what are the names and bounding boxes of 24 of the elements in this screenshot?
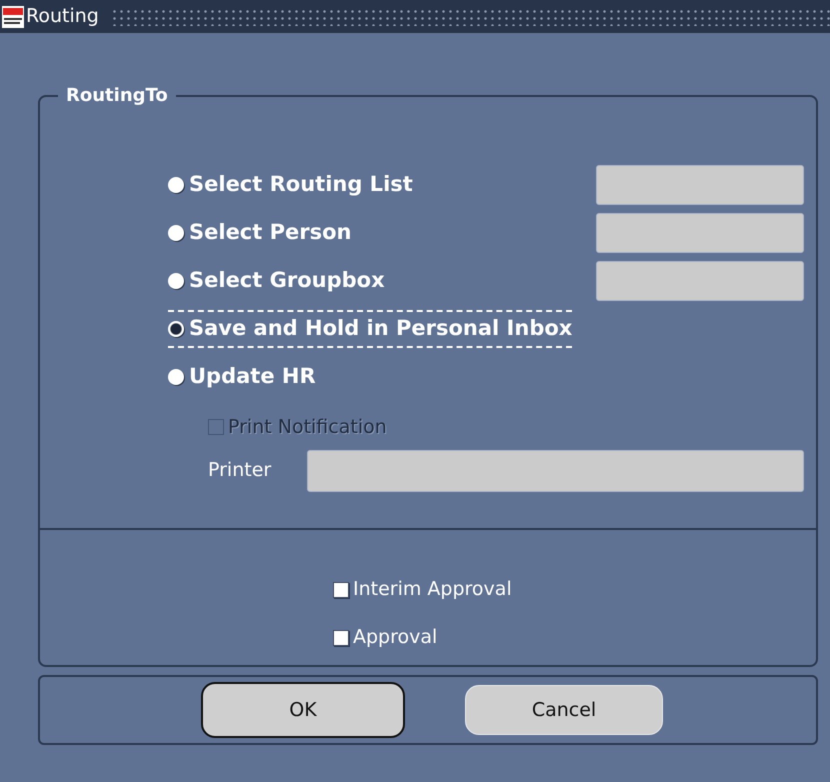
radio-option[interactable]: Save and Hold in Personal Inbox bbox=[168, 310, 572, 348]
checkbox-icon bbox=[208, 419, 224, 436]
radio-option[interactable]: Select Groupbox bbox=[168, 264, 385, 298]
app-logo-icon bbox=[2, 6, 24, 28]
radio-option[interactable]: Update HR bbox=[168, 360, 316, 394]
radio-option[interactable]: Select Person bbox=[168, 216, 352, 250]
radio-icon bbox=[168, 369, 184, 385]
text-field[interactable] bbox=[596, 261, 804, 301]
text-field[interactable] bbox=[596, 213, 804, 253]
radio-icon bbox=[168, 321, 184, 337]
radio-option[interactable]: Select Routing List bbox=[168, 168, 413, 202]
checkbox-option[interactable]: Interim Approval bbox=[333, 575, 512, 604]
field-label: Printer bbox=[208, 458, 272, 484]
printer-field[interactable] bbox=[307, 450, 804, 492]
cancel-button[interactable]: Cancel bbox=[465, 685, 663, 735]
ok-button[interactable]: OK bbox=[201, 682, 405, 738]
radio-icon bbox=[168, 177, 184, 193]
checkbox-icon bbox=[333, 582, 349, 598]
radio-icon bbox=[168, 273, 184, 289]
checkbox-option[interactable]: Approval bbox=[333, 623, 438, 652]
window-title: Routing bbox=[26, 4, 99, 30]
text-field[interactable] bbox=[596, 165, 804, 205]
radio-icon bbox=[168, 225, 184, 241]
checkbox-icon bbox=[333, 630, 349, 646]
